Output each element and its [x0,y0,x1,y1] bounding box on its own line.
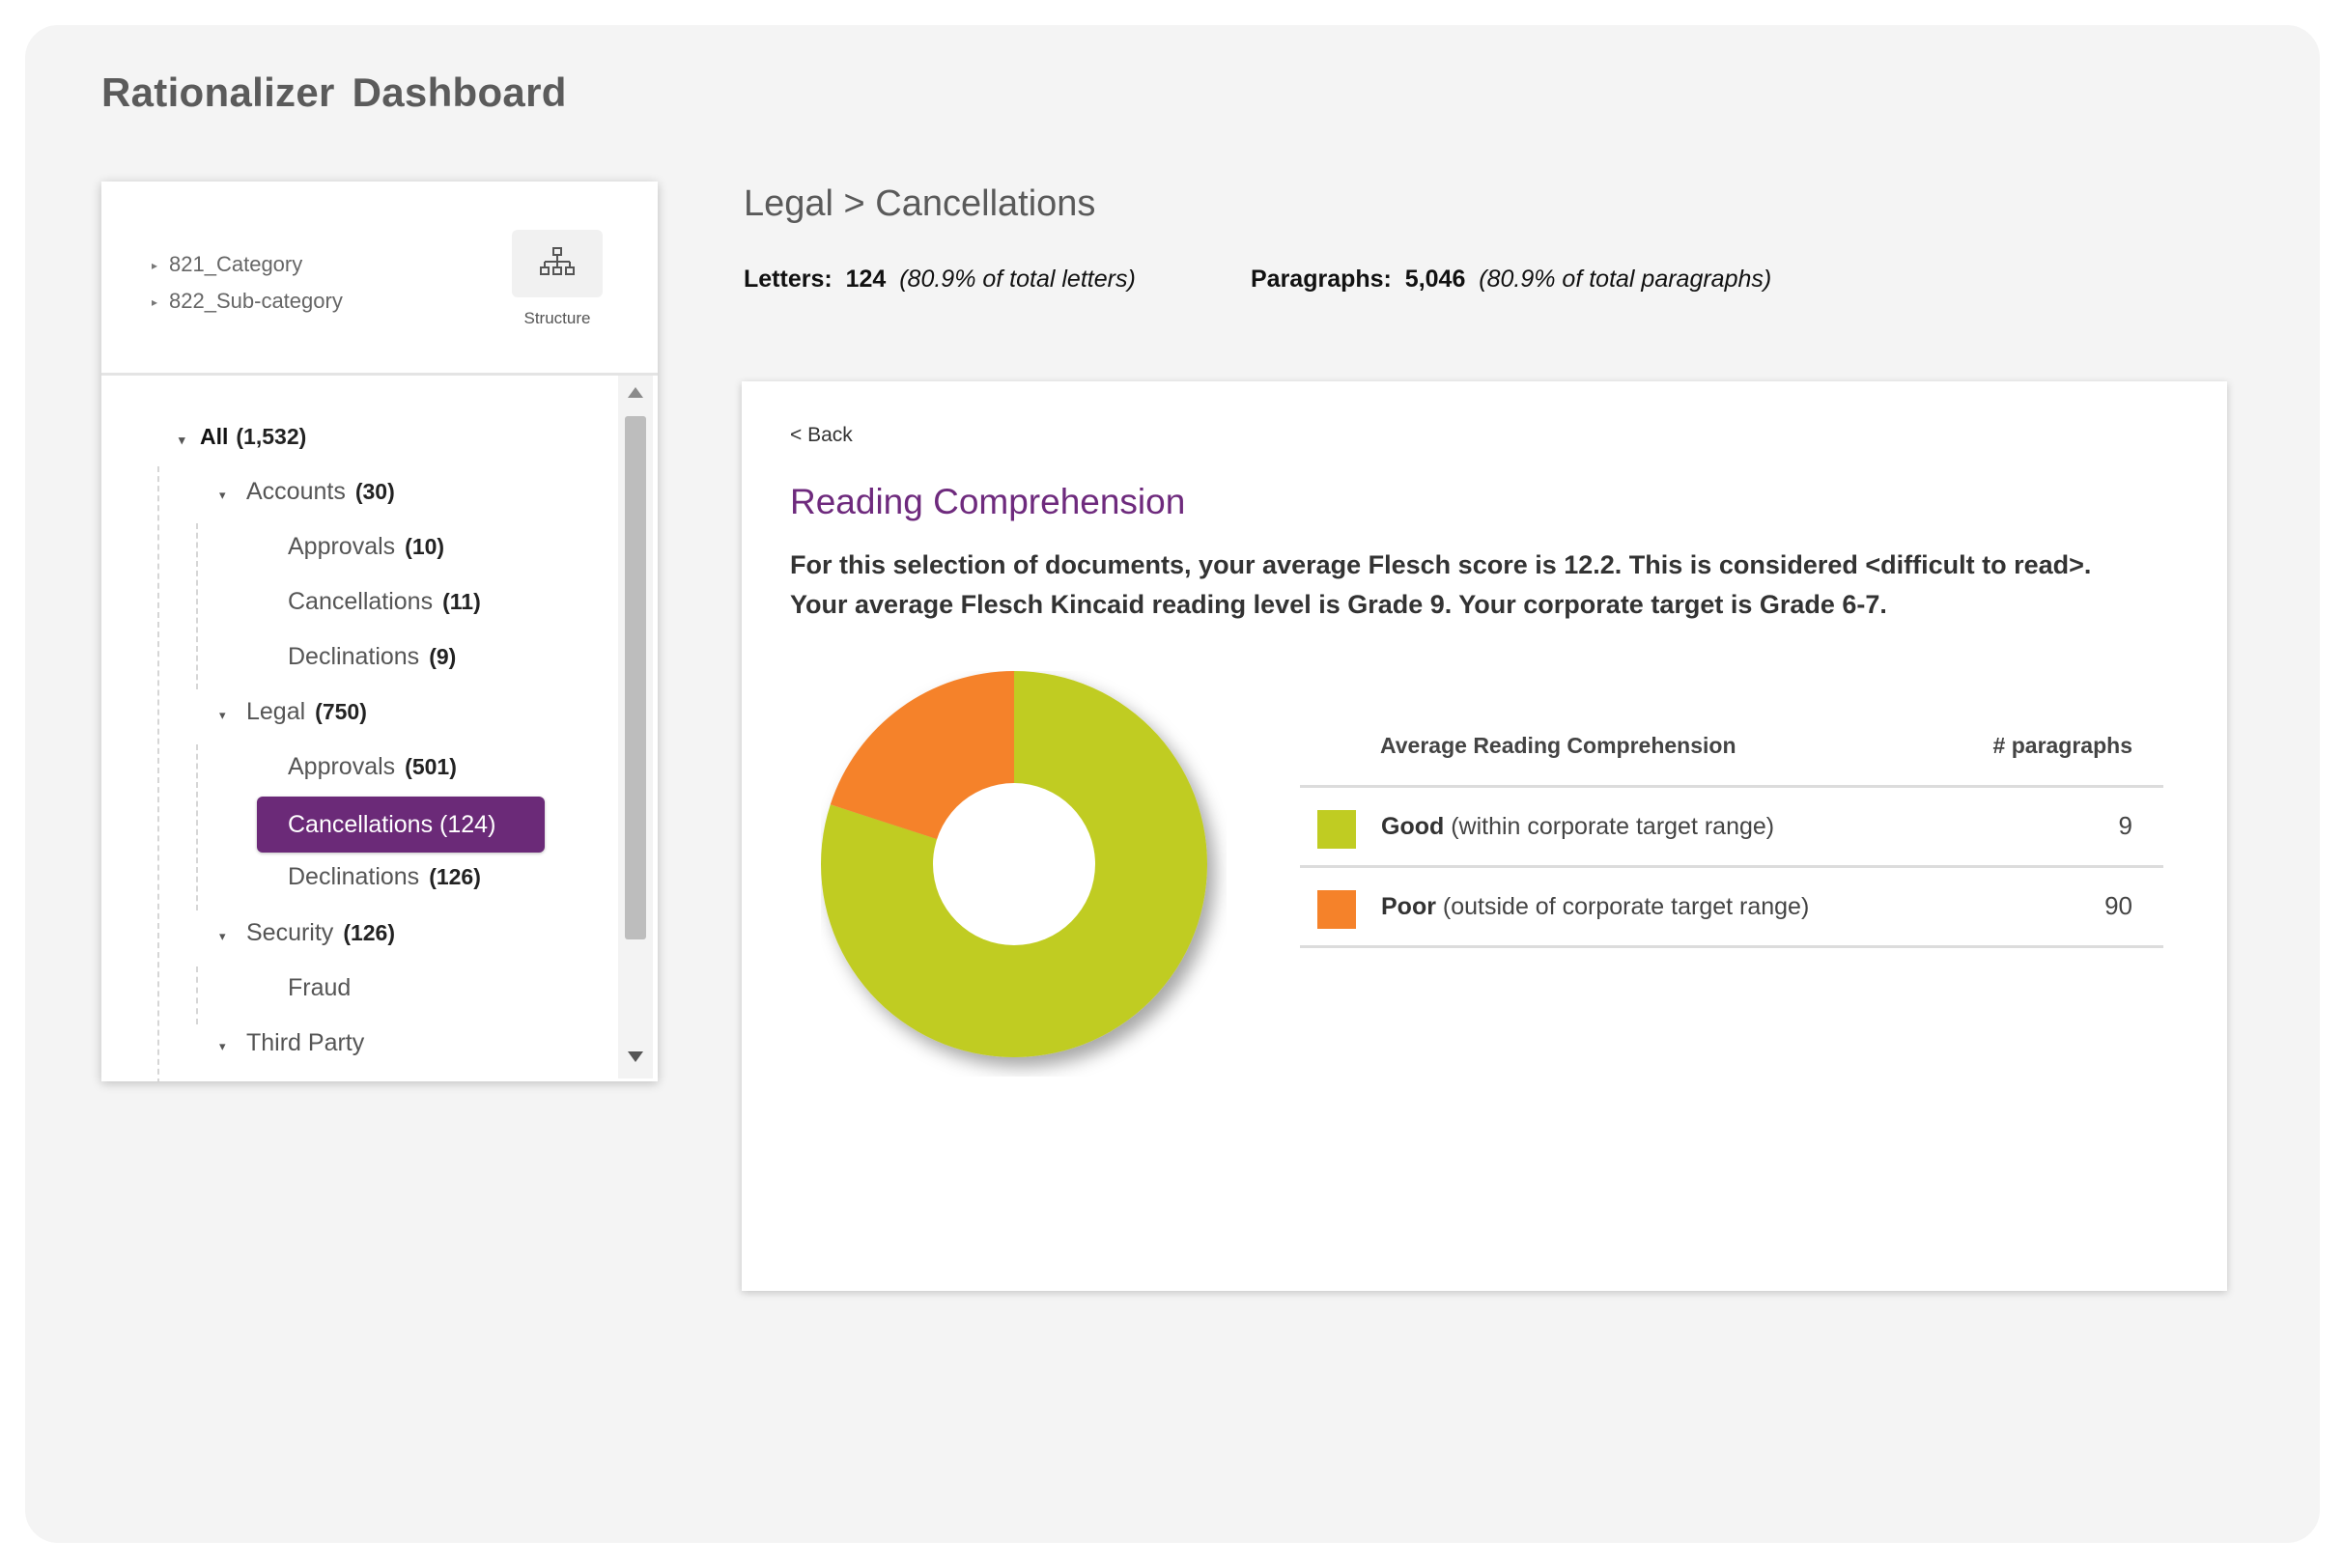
tree-label: Declinations [288,643,420,670]
legend-column-paragraphs: # paragraphs [1992,733,2132,758]
tree-label: Third Party [246,1029,365,1056]
reading-comprehension-card: < Back Reading Comprehension For this se… [742,381,2227,1291]
tree-item-security-fraud[interactable]: Fraud [288,974,351,1002]
scroll-thumb[interactable] [625,416,646,939]
tree-item-third-party[interactable]: ▾ Third Party [219,1029,364,1057]
tree-guide-line [157,466,159,1081]
tree-count: (9) [429,644,457,669]
tree-item-accounts-declinations[interactable]: Declinations (9) [288,643,456,671]
tree-label: All [200,424,229,449]
caret-down-icon: ▾ [219,1039,226,1053]
card-description: For this selection of documents, your av… [790,546,2181,625]
tree-count: (126) [429,864,481,889]
tree-guide-line [196,523,198,689]
legend-name: Poor [1381,893,1436,920]
tree-item-legal-approvals[interactable]: Approvals (501) [288,753,457,781]
legend-label: Good (within corporate target range) [1381,813,1774,841]
legend-table: Average Reading Comprehension # paragrap… [1300,712,2163,948]
hierarchy-icon [540,247,575,275]
category-label: 821_Category [169,252,303,276]
tree-label: Accounts [246,478,346,505]
scroll-up-arrow-icon[interactable] [628,387,643,398]
tree-count: (750) [315,699,367,724]
tree-label: Cancellations [288,588,434,615]
paragraphs-label: Paragraphs: [1251,266,1392,293]
tree-item-legal-cancellations-selected[interactable]: Cancellations (124) [257,797,545,853]
donut-chart [821,671,1227,1077]
structure-button[interactable] [512,230,603,297]
tree-label: Security [246,919,334,946]
tree-count: (126) [343,920,396,945]
caret-down-icon: ▾ [219,488,226,502]
caret-down-icon: ▾ [219,929,226,943]
tree-item-accounts[interactable]: ▾ Accounts (30) [219,478,395,506]
tree-count: (30) [354,479,395,504]
structure-header: ▸ 821_Category ▸ 822_Sub-category Structur… [101,182,658,376]
paragraphs-stat: Paragraphs: 5,046 (80.9% of total paragr… [1251,266,1771,294]
tree-item-accounts-cancellations[interactable]: Cancellations (11) [288,588,481,616]
legend-desc: (within corporate target range) [1451,813,1775,840]
tree-guide-line [196,744,198,910]
paragraphs-value: 5,046 [1404,266,1466,293]
legend-column-category: Average Reading Comprehension [1380,733,1736,758]
letters-label: Letters: [744,266,833,293]
subcategory-label: 822_Sub-category [169,289,343,313]
breadcrumb: Legal > Cancellations [744,183,1096,224]
tree-item-legal[interactable]: ▾ Legal (750) [219,698,367,726]
category-item[interactable]: ▸ 821_Category [152,252,302,277]
caret-down-icon: ▾ [179,433,185,447]
card-title: Reading Comprehension [790,482,1186,521]
caret-down-icon: ▾ [219,708,226,722]
legend-row-good: Good (within corporate target range) 9 [1300,788,2163,868]
tree-label: Fraud [288,974,352,1001]
tree-count: (11) [442,589,481,614]
navigation-panel: ▸ 821_Category ▸ 822_Sub-category Structur… [101,182,658,1081]
legend-row-poor: Poor (outside of corporate target range)… [1300,868,2163,948]
subcategory-item[interactable]: ▸ 822_Sub-category [152,289,343,314]
app-title: Rationalizer Dashboard [101,70,567,115]
good-swatch [1317,810,1356,849]
legend-name: Good [1381,813,1445,840]
paragraphs-percent: (80.9% of total paragraphs) [1479,266,1772,293]
tree-item-security[interactable]: ▾ Security (126) [219,919,395,947]
poor-swatch [1317,890,1356,929]
legend-value: 90 [2104,891,2132,920]
back-link[interactable]: < Back [790,424,853,447]
description-line: For this selection of documents, your av… [790,550,2092,579]
tree-item-legal-declinations[interactable]: Declinations (126) [288,863,481,891]
tree-item-all[interactable]: ▾ All (1,532) [179,424,306,450]
letters-stat: Letters: 124 (80.9% of total letters) [744,266,1136,294]
tree-count: (501) [405,754,457,779]
tree-count: (10) [405,534,445,559]
category-tree: ▾ All (1,532) ▾ Accounts (30) Approvals (10) … [101,376,658,1081]
legend-desc: (outside of corporate target range) [1442,893,1810,920]
donut-chart-svg [821,671,1207,1057]
tree-guide-line [196,966,198,1024]
letters-percent: (80.9% of total letters) [899,266,1136,293]
tree-label: Approvals [288,753,396,780]
tree-label: Approvals [288,533,396,560]
structure-label: Structure [523,309,591,327]
description-line: Your average Flesch Kincaid reading leve… [790,590,1887,619]
caret-right-icon: ▸ [152,295,158,310]
scroll-down-arrow-icon[interactable] [628,1051,643,1062]
letters-value: 124 [845,266,887,293]
tree-count: (1,532) [236,424,307,449]
legend-label: Poor (outside of corporate target range) [1381,893,1809,921]
legend-value: 9 [2118,811,2132,840]
donut-hole [933,783,1095,945]
tree-scrollbar[interactable] [618,376,653,1078]
tree-label: Declinations [288,863,420,890]
tree-item-accounts-approvals[interactable]: Approvals (10) [288,533,444,561]
caret-right-icon: ▸ [152,259,158,273]
tree-label: Legal [246,698,306,725]
legend-header: Average Reading Comprehension # paragrap… [1300,712,2163,788]
